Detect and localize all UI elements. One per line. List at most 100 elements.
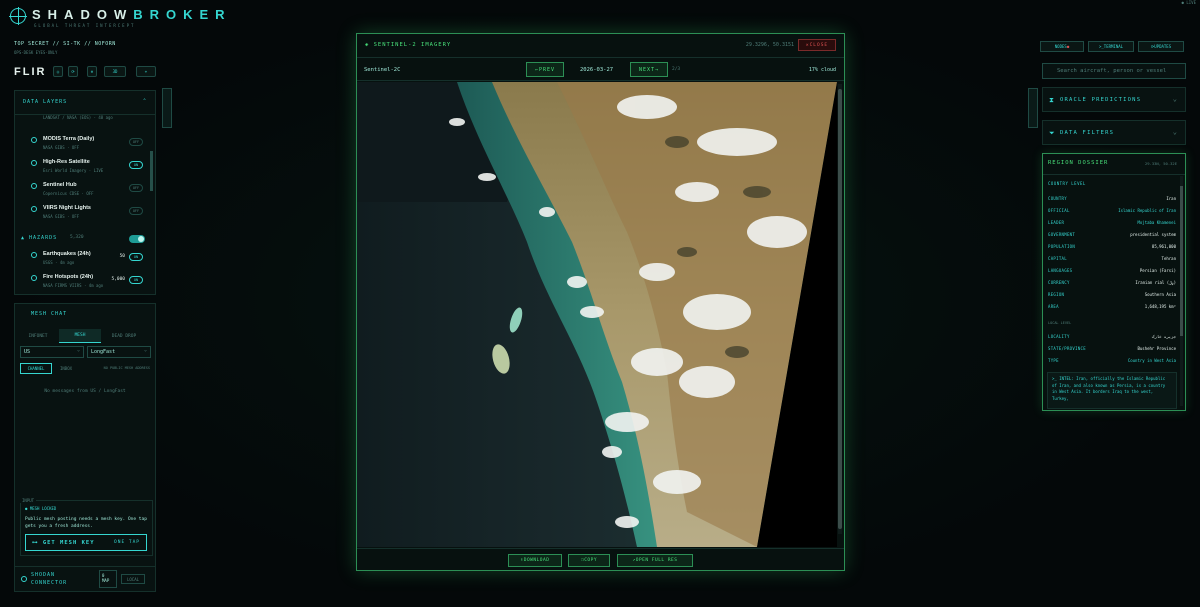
no-address-label: NO PUBLIC MESH ADDRESS <box>103 366 150 370</box>
add-tool-button[interactable]: + <box>136 66 156 77</box>
satellite-icon <box>31 160 37 166</box>
source-label: Sentinel-2C <box>364 67 401 73</box>
mesh-locked-message: Public mesh posting needs a mesh key. On… <box>25 517 147 529</box>
shodan-label: SHODAN CONNECTOR <box>31 572 68 586</box>
filter-icon: ⏷ <box>1049 129 1055 137</box>
intel-summary: >_ INTEL: Iran, officially the Islamic R… <box>1047 372 1177 409</box>
layer-row-modis[interactable]: MODIS Terra (Daily) NASA GIBS · OFF OFF <box>15 133 155 157</box>
mesh-locked-badge: ● MESH LOCKED <box>25 506 57 511</box>
dossier-row: POPULATION 85,961,000 <box>1048 244 1176 249</box>
region-dossier-panel: REGION DOSSIER 29.33N, 50.32E COUNTRY LE… <box>1042 153 1186 411</box>
open-full-res-button[interactable]: ↗ OPEN FULL RES <box>617 554 693 567</box>
flame-icon <box>31 275 37 281</box>
arrow-right-icon: → <box>655 66 660 73</box>
layer-row-highres[interactable]: High-Res Satellite Esri World Imagery · … <box>15 156 155 180</box>
modal-coords: 29.3296, 50.3151 <box>745 42 794 48</box>
copy-button[interactable]: ❐ COPY <box>568 554 610 567</box>
inbox-button[interactable]: INBOX <box>55 363 77 374</box>
terminal-button[interactable]: >_ TERMINAL <box>1088 41 1134 52</box>
hazards-toggle[interactable] <box>129 235 145 243</box>
brand-title: SHADOWBROKER <box>32 7 232 22</box>
divider <box>1043 174 1185 175</box>
shodan-connector[interactable]: SHODAN CONNECTOR 0 MAP LOCAL <box>14 566 156 592</box>
layer-toggle[interactable]: OFF <box>129 207 143 215</box>
alert-dot-icon: ● <box>1066 44 1070 49</box>
dossier-row: AREA 1,648,195 km² <box>1048 304 1176 309</box>
hourglass-icon: ⧗ <box>1049 96 1054 104</box>
satellite-image[interactable] <box>357 82 837 547</box>
tab-infonet[interactable]: INFONET <box>17 329 59 343</box>
data-filters-accordion[interactable]: ⏷ DATA FILTERS ⌄ <box>1042 120 1186 145</box>
cloud-cover: 17% cloud <box>808 67 836 73</box>
layer-row-sentinel[interactable]: Sentinel Hub Copernicus CDSE · OFF OFF <box>15 179 155 203</box>
3d-toggle-button[interactable]: 3D <box>104 66 126 77</box>
preset-select[interactable]: LongFast <box>87 346 151 358</box>
next-button[interactable]: NEXT → <box>630 62 668 77</box>
classification-sub: OPS-DESK EYES-ONLY <box>14 50 58 55</box>
key-icon: ⊶ <box>32 540 43 546</box>
imagery-scrollbar[interactable] <box>838 84 842 534</box>
layer-toggle[interactable]: ON <box>129 276 143 284</box>
shodan-map-toggle[interactable]: 0 MAP <box>99 570 117 588</box>
right-collapse-handle[interactable] <box>1028 88 1038 128</box>
modal-title: ◈ SENTINEL-2 IMAGERY <box>365 42 452 48</box>
globe-icon <box>31 137 37 143</box>
search-input[interactable]: Search aircraft, person or vessel <box>1042 63 1186 79</box>
layer-toggle[interactable]: OFF <box>129 138 143 146</box>
dossier-row: LEADER Mojtaba Khamenei <box>1048 220 1176 225</box>
get-mesh-key-button[interactable]: ⊶ GET MESH KEY ONE TAP <box>25 534 147 551</box>
left-collapse-handle[interactable] <box>162 88 172 128</box>
layer-row-fires[interactable]: Fire Hotspots (24h) NASA FIRMS VIIRS · 4… <box>15 271 155 295</box>
hazards-header[interactable]: ▲ HAZARDS <box>21 235 57 241</box>
layer-toggle[interactable]: OFF <box>129 184 143 192</box>
dossier-level: COUNTRY LEVEL <box>1048 181 1086 186</box>
flir-label: FLIR <box>14 66 47 78</box>
nodes-button[interactable]: NODES ● <box>1040 41 1084 52</box>
dossier-coords: 29.33N, 50.32E <box>1144 161 1177 166</box>
oracle-predictions-accordion[interactable]: ⧗ ORACLE PREDICTIONS ⌄ <box>1042 87 1186 112</box>
updates-button[interactable]: ⟳ UPDATES <box>1138 41 1184 52</box>
globe-icon[interactable]: ⊕ <box>87 66 97 77</box>
brand-subtitle: GLOBAL THREAT INTERCEPT <box>34 23 136 28</box>
chevron-down-icon: ⌄ <box>1172 128 1177 136</box>
layer-toggle[interactable]: ON <box>129 253 143 261</box>
layer-toggle[interactable]: ON <box>129 161 143 169</box>
layers-icon <box>31 183 37 189</box>
dossier-row: TYPE Country in West Asia <box>1048 358 1176 363</box>
date-label: 2026-03-27 <box>580 67 614 73</box>
orbit-icon[interactable]: ⟳ <box>68 66 78 77</box>
classification-banner: TOP SECRET // SI-TK // NOFORN <box>14 41 116 47</box>
data-layers-panel: DATA LAYERS ⌃ LANDSAT / NASA (EOS) · 48 a… <box>14 90 156 295</box>
dossier-row: CURRENCY Iranian rial (﷼) <box>1048 280 1176 285</box>
chevron-down-icon: ⌄ <box>1172 95 1177 103</box>
dossier-row: STATE/PROVINCE Bushehr Province <box>1048 346 1176 351</box>
sentinel-imagery-modal: ◈ SENTINEL-2 IMAGERY 29.3296, 50.3151 ✕ … <box>356 33 845 571</box>
region-select[interactable]: US <box>20 346 84 358</box>
close-button[interactable]: ✕ CLOSE <box>798 39 836 51</box>
layer-row-viirs[interactable]: VIIRS Night Lights NASA GIBS · OFF OFF <box>15 202 155 226</box>
dossier-row: LOCALITY جزیره خارک <box>1048 334 1176 339</box>
dossier-scrollbar[interactable] <box>1180 176 1183 406</box>
dossier-row: GOVERNMENT presidential system <box>1048 232 1176 237</box>
prev-button[interactable]: ← PREV <box>526 62 564 77</box>
dossier-row: LANGUAGES Persian (Farsi) <box>1048 268 1176 273</box>
dossier-row: CAPITAL Tehran <box>1048 256 1176 261</box>
tab-mesh[interactable]: MESH <box>59 329 101 343</box>
download-button[interactable]: ⬇ DOWNLOAD <box>508 554 562 567</box>
satellite-image-svg <box>357 82 837 547</box>
shodan-local-select[interactable]: LOCAL <box>121 574 145 584</box>
crosshair-logo-icon <box>9 7 27 25</box>
moon-icon <box>31 206 37 212</box>
tab-dead-drop[interactable]: DEAD DROP <box>101 329 147 343</box>
channel-button[interactable]: CHANNEL <box>20 363 52 374</box>
modal-footer: ⬇ DOWNLOAD ❐ COPY ↗ OPEN FULL RES <box>357 548 844 570</box>
layers-scrollbar[interactable] <box>150 151 153 191</box>
dossier-row: COUNTRY Iran <box>1048 196 1176 201</box>
dossier-title: REGION DOSSIER <box>1048 160 1109 166</box>
radar-icon <box>21 576 27 582</box>
layer-row-earthquakes[interactable]: Earthquakes (24h) USGS · 4m ago 50 ON <box>15 248 155 272</box>
mesh-chat-title: MESH CHAT <box>31 311 68 317</box>
data-layers-header[interactable]: DATA LAYERS ⌃ <box>15 91 155 115</box>
target-icon[interactable]: ◎ <box>53 66 63 77</box>
dossier-row: REGION Southern Asia <box>1048 292 1176 297</box>
